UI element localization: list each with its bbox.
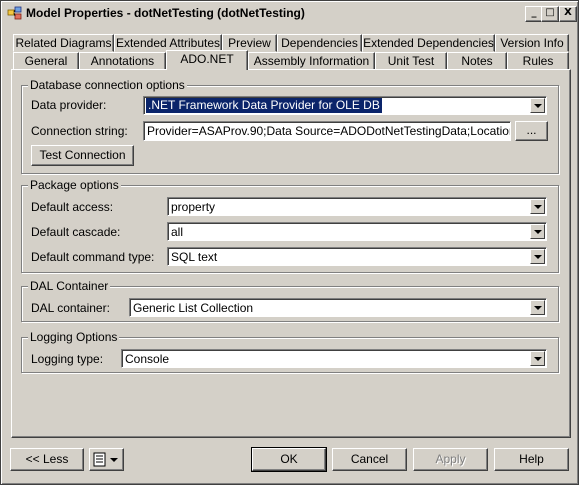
chevron-down-icon[interactable] bbox=[530, 98, 545, 113]
tab-label: Assembly Information bbox=[253, 54, 370, 68]
logging-type-label: Logging type: bbox=[31, 352, 104, 366]
close-icon: X bbox=[564, 7, 572, 18]
tab-notes[interactable]: Notes bbox=[447, 52, 507, 70]
help-button[interactable]: Help bbox=[494, 448, 569, 471]
default-cascade-value: all bbox=[171, 225, 184, 239]
default-command-type-label: Default command type: bbox=[31, 250, 155, 264]
model-properties-dialog: Model Properties - dotNetTesting (dotNet… bbox=[0, 0, 579, 485]
tab-label: Extended Attributes bbox=[115, 36, 221, 50]
minimize-icon: _ bbox=[531, 7, 537, 18]
model-icon bbox=[7, 6, 22, 20]
less-label: << Less bbox=[25, 452, 69, 466]
group-title: Package options bbox=[28, 178, 121, 192]
less-button[interactable]: << Less bbox=[10, 448, 84, 471]
tab-label: Dependencies bbox=[281, 36, 358, 50]
chevron-down-icon[interactable] bbox=[530, 249, 545, 264]
close-button[interactable]: X bbox=[559, 6, 577, 22]
maximize-button[interactable]: □ bbox=[541, 6, 559, 22]
dal-container-label: DAL container: bbox=[31, 301, 110, 315]
logging-type-value: Console bbox=[125, 352, 170, 366]
tab-extended-dependencies[interactable]: Extended Dependencies bbox=[362, 34, 495, 52]
title-bar[interactable]: Model Properties - dotNetTesting (dotNet… bbox=[4, 4, 577, 23]
default-access-value: property bbox=[171, 200, 216, 214]
data-provider-label: Data provider: bbox=[31, 98, 107, 112]
default-command-type-value: SQL text bbox=[171, 250, 218, 264]
logging-type-combo[interactable]: Console bbox=[121, 349, 547, 368]
dal-container-combo[interactable]: Generic List Collection bbox=[129, 298, 547, 317]
test-connection-label: Test Connection bbox=[39, 148, 126, 162]
tab-related-diagrams[interactable]: Related Diagrams bbox=[13, 34, 114, 52]
tab-label: Unit Test bbox=[387, 54, 435, 68]
tab-unit-test[interactable]: Unit Test bbox=[375, 52, 447, 70]
tab-label: Related Diagrams bbox=[15, 36, 112, 50]
tab-label: Preview bbox=[228, 36, 271, 50]
group-title: Logging Options bbox=[28, 330, 120, 344]
chevron-down-icon[interactable] bbox=[530, 351, 545, 366]
tab-general[interactable]: General bbox=[13, 52, 79, 70]
tab-label: Extended Dependencies bbox=[363, 36, 494, 50]
tab-assembly-information[interactable]: Assembly Information bbox=[248, 52, 375, 70]
apply-label: Apply bbox=[435, 452, 466, 466]
tab-label: Annotations bbox=[90, 54, 155, 68]
chevron-down-icon[interactable] bbox=[530, 199, 545, 214]
tab-label: Rules bbox=[522, 54, 554, 68]
group-title: DAL Container bbox=[28, 279, 111, 293]
tab-label: ADO.NET bbox=[180, 52, 234, 66]
menu-button[interactable] bbox=[89, 448, 124, 471]
tab-version-info[interactable]: Version Info bbox=[495, 34, 569, 52]
ellipsis-label: ... bbox=[526, 123, 537, 137]
apply-button[interactable]: Apply bbox=[413, 448, 488, 471]
data-provider-combo[interactable]: .NET Framework Data Provider for OLE DB bbox=[143, 96, 547, 115]
tab-label: Version Info bbox=[500, 36, 564, 50]
default-access-combo[interactable]: property bbox=[167, 197, 547, 216]
tab-annotations[interactable]: Annotations bbox=[79, 52, 166, 70]
tab-rules[interactable]: Rules bbox=[507, 52, 569, 70]
chevron-down-icon[interactable] bbox=[530, 300, 545, 315]
tab-ado-net[interactable]: ADO.NET bbox=[166, 50, 248, 70]
ok-button[interactable]: OK bbox=[251, 447, 327, 472]
group-title: Database connection options bbox=[28, 78, 187, 92]
ok-label: OK bbox=[280, 452, 298, 466]
cancel-button[interactable]: Cancel bbox=[332, 448, 407, 471]
maximize-icon: □ bbox=[545, 7, 555, 18]
cancel-label: Cancel bbox=[350, 452, 389, 466]
tab-label: Notes bbox=[461, 54, 493, 68]
window-title: Model Properties - dotNetTesting (dotNet… bbox=[26, 6, 305, 20]
connection-string-label: Connection string: bbox=[31, 124, 128, 138]
tab-label: General bbox=[24, 54, 68, 68]
connection-string-value: Provider=ASAProv.90;Data Source=ADODotNe… bbox=[147, 124, 510, 138]
help-label: Help bbox=[519, 452, 544, 466]
data-provider-value: .NET Framework Data Provider for OLE DB bbox=[146, 98, 382, 113]
default-access-label: Default access: bbox=[31, 200, 114, 214]
list-icon bbox=[93, 452, 118, 467]
chevron-down-icon[interactable] bbox=[530, 224, 545, 239]
connection-string-browse-button[interactable]: ... bbox=[515, 121, 548, 141]
default-command-type-combo[interactable]: SQL text bbox=[167, 247, 547, 266]
default-cascade-label: Default cascade: bbox=[31, 225, 121, 239]
test-connection-button[interactable]: Test Connection bbox=[31, 145, 134, 166]
dal-container-value: Generic List Collection bbox=[133, 301, 254, 315]
default-cascade-combo[interactable]: all bbox=[167, 222, 547, 241]
connection-string-input[interactable]: Provider=ASAProv.90;Data Source=ADODotNe… bbox=[143, 121, 511, 141]
tab-dependencies[interactable]: Dependencies bbox=[277, 34, 362, 52]
